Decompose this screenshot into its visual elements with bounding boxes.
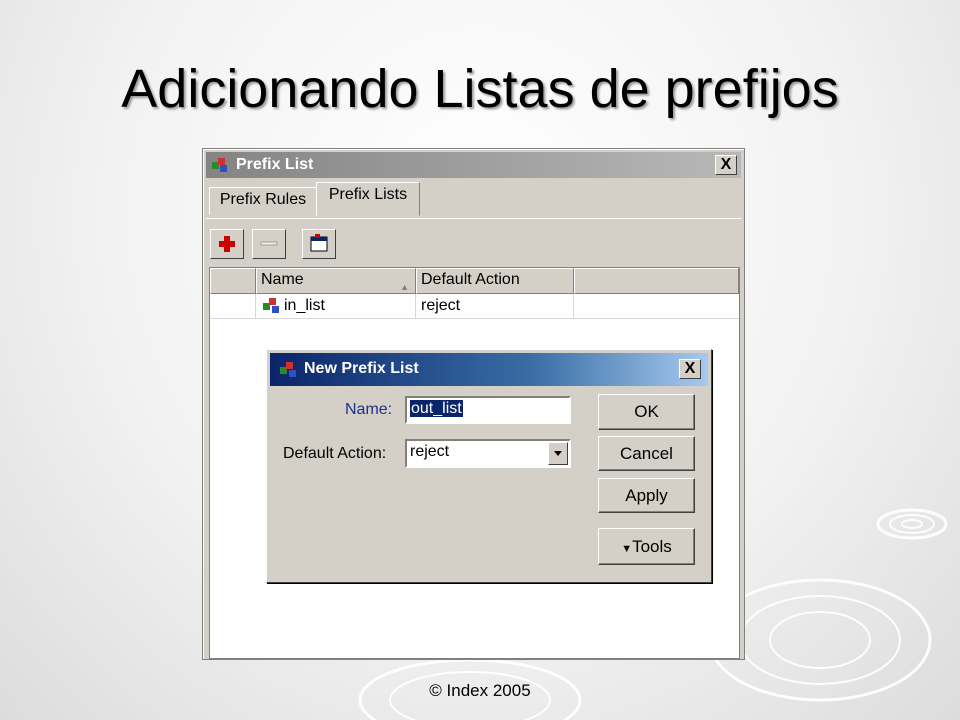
prefix-list-icon [263,298,279,313]
column-header-blank[interactable] [210,268,256,294]
default-action-value: reject [410,443,450,460]
default-action-label: Default Action: [283,445,387,462]
apply-button[interactable]: Apply [598,478,695,513]
row-name-cell: in_list [256,294,416,318]
table-header: Name ▲ Default Action [210,268,739,294]
tab-prefix-rules[interactable]: Prefix Rules [209,187,317,215]
plus-icon [219,236,235,252]
tools-label: Tools [632,537,672,556]
row-marker-cell [210,294,256,318]
name-label: Name: [345,401,393,418]
prefix-list-title: Prefix List [236,156,314,173]
minus-icon [260,241,278,246]
dialog-close-button[interactable]: X [679,359,701,379]
column-header-filler [574,268,739,294]
window-icon [310,234,328,252]
slide-footer: © Index 2005 [429,681,531,700]
tools-button[interactable]: ▼Tools [598,528,695,565]
new-prefix-list-titlebar[interactable]: New Prefix List X [270,353,708,386]
column-header-default-action[interactable]: Default Action [416,268,574,294]
ok-button[interactable]: OK [598,394,695,430]
row-default-action: reject [416,294,574,318]
prefix-list-close-button[interactable]: X [715,155,737,175]
dropdown-button[interactable] [548,442,568,465]
new-prefix-list-dialog: New Prefix List X Name: out_list Default… [266,349,712,583]
name-field-value: out_list [410,400,463,417]
chevron-down-icon [554,451,562,456]
default-action-select[interactable]: reject [405,439,571,468]
add-button[interactable] [210,229,244,259]
column-header-name[interactable]: Name ▲ [256,268,416,294]
prefix-list-icon [280,362,296,377]
prefix-list-titlebar[interactable]: Prefix List X [206,152,741,178]
prefix-list-icon [212,158,227,172]
name-field[interactable]: out_list [405,396,571,424]
remove-button[interactable] [252,229,286,259]
tab-prefix-lists[interactable]: Prefix Lists [316,182,420,216]
open-button[interactable] [302,229,336,259]
triangle-down-icon: ▼ [621,543,633,555]
new-prefix-list-title: New Prefix List [304,360,419,377]
cancel-button[interactable]: Cancel [598,436,695,471]
table-row[interactable]: in_list reject [210,294,739,319]
row-name: in_list [284,297,325,314]
slide-title: Adicionando Listas de prefijos [121,59,839,119]
column-header-name-label: Name [261,271,304,288]
